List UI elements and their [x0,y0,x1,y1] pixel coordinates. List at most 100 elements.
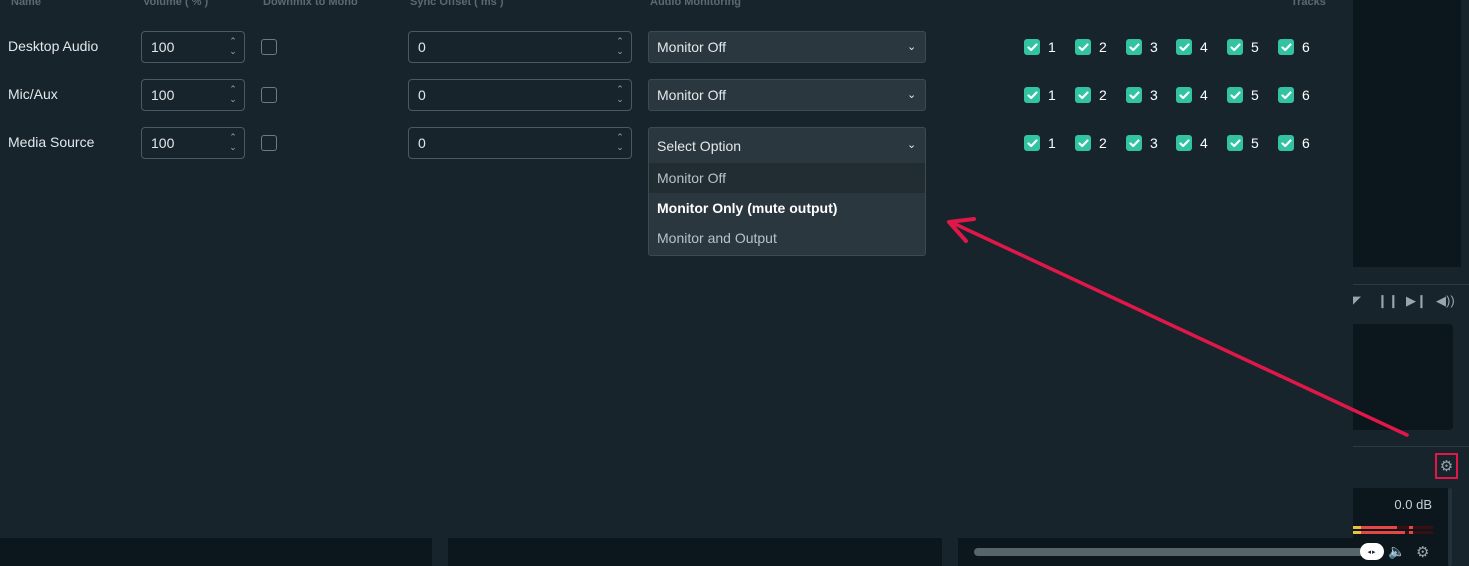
track-checkbox[interactable]: 5 [1227,39,1261,55]
column-header-audio-monitoring: Audio Monitoring [650,0,742,8]
checkmark-icon [1278,87,1294,103]
spinner-icon[interactable]: ⌃ ⌄ [615,36,625,58]
track-number: 4 [1200,135,1208,151]
track-checkbox[interactable]: 3 [1126,39,1160,55]
sync-offset-input[interactable]: 0 ⌃ ⌄ [408,79,632,111]
level-meter-left [1353,526,1433,529]
skip-next-icon[interactable]: ▶❙ [1406,293,1427,309]
downmix-checkbox[interactable] [261,87,277,103]
track-number: 2 [1099,39,1107,55]
spinner-icon[interactable]: ⌃ ⌄ [228,84,238,106]
divider [1353,284,1469,285]
audio-monitoring-select[interactable]: Monitor Off ⌄ [648,31,926,63]
checkmark-icon [1024,87,1040,103]
checkmark-icon [1227,87,1243,103]
mixer-level-label: 0.0 dB [1394,497,1432,512]
checkmark-icon [1176,39,1192,55]
track-checkbox[interactable]: 1 [1024,135,1058,151]
audio-settings-button[interactable]: ⚙ [1435,453,1458,479]
chevron-down-icon: ⌄ [907,139,917,151]
volume-icon[interactable]: ◀)) [1436,293,1455,309]
track-checkbox[interactable]: 2 [1075,87,1109,103]
downmix-checkbox[interactable] [261,39,277,55]
audio-monitoring-select[interactable]: Select Option ⌄ [648,127,926,163]
column-header-volume: Volume ( % ) [143,0,209,8]
volume-slider[interactable] [974,548,1374,556]
bottom-panel [0,538,432,566]
track-checkbox[interactable]: 4 [1176,87,1210,103]
track-number: 5 [1251,87,1259,103]
volume-input[interactable]: 100 ⌃ ⌄ [141,79,245,111]
track-checkbox[interactable]: 6 [1278,135,1312,151]
source-name: Desktop Audio [8,38,99,54]
speaker-icon[interactable]: 🔈 [1388,543,1405,560]
track-number: 6 [1302,87,1310,103]
sync-offset-value: 0 [418,39,426,55]
column-header-tracks: Tracks [1291,0,1326,8]
track-number: 3 [1150,39,1158,55]
track-checkbox[interactable]: 3 [1126,87,1160,103]
track-checkbox[interactable]: 2 [1075,39,1109,55]
volume-value: 100 [151,39,175,55]
volume-input[interactable]: 100 ⌃ ⌄ [141,31,245,63]
pause-icon[interactable]: ❙❙ [1377,293,1399,309]
track-checkbox[interactable]: 3 [1126,135,1160,151]
track-number: 2 [1099,87,1107,103]
track-checkbox[interactable]: 1 [1024,39,1058,55]
track-number: 2 [1099,135,1107,151]
column-header-name: Name [11,0,41,8]
dropdown-option-monitor-only[interactable]: Monitor Only (mute output) [649,193,925,223]
divider [1353,446,1469,447]
track-checkbox[interactable]: 4 [1176,39,1210,55]
screen: ◤ ❙❙ ▶❙ ◀)) ⚙ 0.0 dB ◂▸ 🔈 ⚙ Name Volume … [0,0,1469,566]
track-checkbox[interactable]: 1 [1024,87,1058,103]
level-meter-right [1353,531,1433,534]
track-checkbox[interactable]: 6 [1278,39,1312,55]
chevron-down-icon: ⌄ [907,89,917,101]
track-number: 1 [1048,39,1056,55]
audio-monitoring-select[interactable]: Monitor Off ⌄ [648,79,926,111]
track-number: 6 [1302,39,1310,55]
downmix-checkbox[interactable] [261,135,277,151]
volume-slider-handle[interactable]: ◂▸ [1360,543,1384,560]
checkmark-icon [1024,39,1040,55]
audio-monitoring-dropdown-menu: Monitor Off Monitor Only (mute output) M… [648,163,926,256]
checkmark-icon [1227,135,1243,151]
track-checkbox[interactable]: 5 [1227,87,1261,103]
track-number: 4 [1200,87,1208,103]
video-preview [1353,324,1453,430]
source-name: Media Source [8,134,95,150]
spinner-icon[interactable]: ⌃ ⌄ [615,132,625,154]
spinner-icon[interactable]: ⌃ ⌄ [228,132,238,154]
track-checkbox[interactable]: 2 [1075,135,1109,151]
checkmark-icon [1278,39,1294,55]
gear-icon[interactable]: ⚙ [1416,543,1429,561]
playback-controls: ◤ ❙❙ ▶❙ ◀)) [1351,293,1469,317]
volume-value: 100 [151,87,175,103]
track-checkbox[interactable]: 4 [1176,135,1210,151]
column-header-sync-offset: Sync Offset ( ms ) [410,0,504,8]
panel-splitter[interactable] [942,538,958,566]
spinner-icon[interactable]: ⌃ ⌄ [615,84,625,106]
checkmark-icon [1176,87,1192,103]
track-checkbox[interactable]: 5 [1227,135,1261,151]
track-checkbox[interactable]: 6 [1278,87,1312,103]
chevron-down-icon: ⌄ [907,41,917,53]
sync-offset-value: 0 [418,87,426,103]
dropdown-option-monitor-and-output[interactable]: Monitor and Output [649,223,925,253]
sync-offset-input[interactable]: 0 ⌃ ⌄ [408,127,632,159]
mixer-scrollbar[interactable] [1448,488,1452,566]
panel-splitter[interactable] [432,538,448,566]
volume-value: 100 [151,135,175,151]
advanced-audio-properties-panel: Name Volume ( % ) Downmix to Mono Sync O… [0,0,1353,538]
checkmark-icon [1278,135,1294,151]
checkmark-icon [1075,87,1091,103]
select-value: Monitor Off [657,87,726,103]
preview-area [1353,0,1461,267]
track-number: 5 [1251,39,1259,55]
volume-input[interactable]: 100 ⌃ ⌄ [141,127,245,159]
track-number: 3 [1150,87,1158,103]
sync-offset-input[interactable]: 0 ⌃ ⌄ [408,31,632,63]
dropdown-option-monitor-off[interactable]: Monitor Off [649,163,925,193]
spinner-icon[interactable]: ⌃ ⌄ [228,36,238,58]
